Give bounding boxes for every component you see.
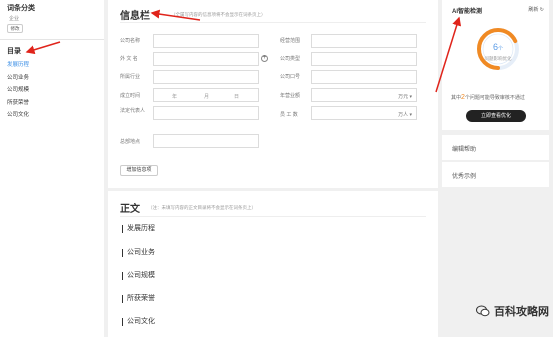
body-heading[interactable]: 公司规模 xyxy=(122,272,155,280)
employees-field[interactable]: 万人 ▾ xyxy=(311,106,417,120)
ai-check-title: AI智能检测 xyxy=(452,9,483,15)
edit-category-button[interactable]: 修改 xyxy=(7,24,23,33)
industry-field[interactable] xyxy=(153,70,259,84)
body-heading[interactable]: 发展历程 xyxy=(122,225,155,233)
toc-item[interactable]: 发展历程 xyxy=(7,59,29,72)
company-slogan-label: 公司口号 xyxy=(280,74,301,80)
revenue-label: 年营业额 xyxy=(280,93,301,99)
refresh-button[interactable]: 刷新 ↻ xyxy=(528,6,544,13)
edit-help-link[interactable]: 编辑帮助 xyxy=(442,135,549,160)
founded-date-field[interactable]: 年 月 日 xyxy=(153,88,259,102)
business-scope-field[interactable] xyxy=(311,34,417,48)
body-title: 正文 xyxy=(120,204,140,215)
info-divider xyxy=(120,22,426,23)
month-unit: 月 xyxy=(204,94,210,100)
company-type-field[interactable] xyxy=(311,52,417,66)
body-heading[interactable]: 公司业务 xyxy=(122,249,155,257)
check-summary: 其中2个问题可能导致审核不通过 xyxy=(451,94,525,101)
toc-item[interactable]: 公司文化 xyxy=(7,109,29,122)
category-value: 企业 xyxy=(9,16,20,22)
revenue-unit-select[interactable]: 万元 ▾ xyxy=(398,93,412,100)
category-title: 词条分类 xyxy=(7,5,35,12)
watermark-text: 百科攻略网 xyxy=(494,306,549,318)
examples-link[interactable]: 优秀示例 xyxy=(442,162,549,187)
examples-label: 优秀示例 xyxy=(452,174,477,180)
revenue-field[interactable]: 万元 ▾ xyxy=(311,88,417,102)
legal-rep-label: 法定代表人 xyxy=(120,108,146,114)
edit-help-label: 编辑帮助 xyxy=(452,147,477,153)
toc-list: 发展历程 公司业务 公司规模 所获荣誉 公司文化 xyxy=(7,59,29,122)
business-scope-label: 经营范围 xyxy=(280,38,301,44)
add-circle-icon[interactable]: + xyxy=(261,55,268,62)
employees-unit-select[interactable]: 万人 ▾ xyxy=(398,111,412,118)
toc-item[interactable]: 公司规模 xyxy=(7,84,29,97)
company-type-label: 公司类型 xyxy=(280,56,301,62)
foreign-name-field[interactable] xyxy=(153,52,259,66)
left-sidebar: 词条分类 企业 修改 目录 发展历程 公司业务 公司规模 所获荣誉 公司文化 xyxy=(0,0,104,337)
foreign-name-label: 外 文 名 xyxy=(120,56,138,62)
hq-field[interactable] xyxy=(153,134,259,148)
employees-label: 员 工 数 xyxy=(280,112,298,118)
info-section: 信息栏 （全属写内容的信息项将不会显示在词条页上） 公司名称 外 文 名 + 所… xyxy=(108,0,438,188)
company-name-field[interactable] xyxy=(153,34,259,48)
view-optimize-button[interactable]: 立即查看优化 xyxy=(466,110,526,122)
info-title: 信息栏 xyxy=(120,11,150,22)
body-heading[interactable]: 公司文化 xyxy=(122,318,155,326)
body-divider xyxy=(120,216,426,217)
ai-check-panel: AI智能检测 刷新 ↻ 6个 问题影响优化 其中2个问题可能导致审核不通过 立即… xyxy=(442,0,549,130)
body-heading[interactable]: 所获荣誉 xyxy=(122,295,155,303)
toc-title: 目录 xyxy=(7,48,21,55)
sidebar-divider xyxy=(0,39,104,40)
industry-label: 所属行业 xyxy=(120,74,141,80)
body-hint: （注：未填写内容的正文目录将不会显示在词条页上） xyxy=(148,205,256,210)
toc-item[interactable]: 公司业务 xyxy=(7,72,29,85)
score-value: 6个 xyxy=(492,42,504,52)
add-info-item-button[interactable]: 增加信息项 xyxy=(120,165,158,176)
watermark: 百科攻略网 xyxy=(476,303,549,319)
hq-label: 总部地点 xyxy=(120,139,141,145)
wechat-icon xyxy=(476,305,490,317)
day-unit: 日 xyxy=(234,94,240,100)
founded-label: 成立时间 xyxy=(120,93,141,99)
info-hint: （全属写内容的信息项将不会显示在词条页上） xyxy=(171,12,266,17)
body-section: 正文 （注：未填写内容的正文目录将不会显示在词条页上） 发展历程 公司业务 公司… xyxy=(108,191,438,337)
company-name-label: 公司名称 xyxy=(120,38,141,44)
company-slogan-field[interactable] xyxy=(311,70,417,84)
legal-rep-field[interactable] xyxy=(153,106,259,120)
toc-item[interactable]: 所获荣誉 xyxy=(7,97,29,110)
year-unit: 年 xyxy=(172,94,178,100)
score-label: 问题影响优化 xyxy=(484,56,512,61)
